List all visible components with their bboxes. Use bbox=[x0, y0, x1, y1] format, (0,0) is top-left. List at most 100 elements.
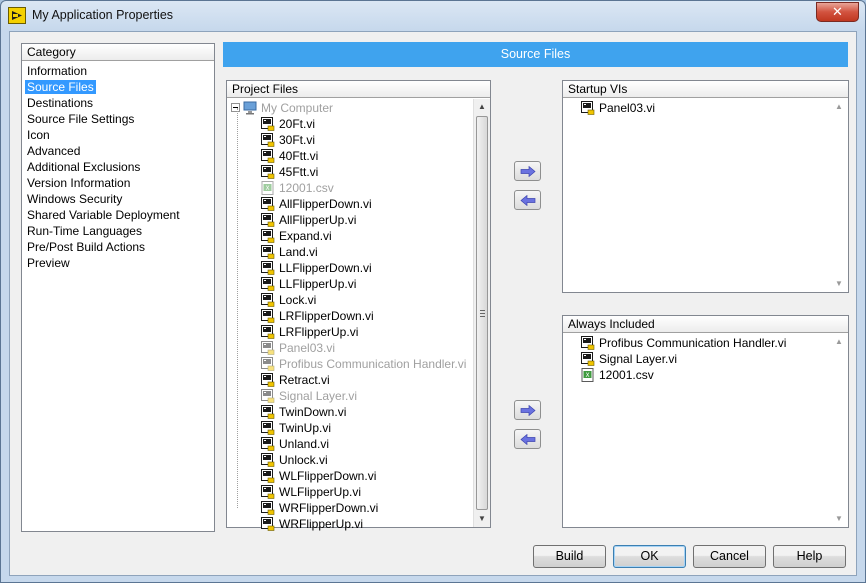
file-item-lrflipperup-vi[interactable]: LRFlipperUp.vi bbox=[231, 324, 472, 340]
file-item-45ftt-vi[interactable]: 45Ftt.vi bbox=[231, 164, 472, 180]
close-button[interactable]: ✕ bbox=[816, 2, 859, 22]
file-item-label: Profibus Communication Handler.vi bbox=[599, 336, 787, 350]
dialog-window: My Application Properties ✕ Category Inf… bbox=[0, 0, 866, 583]
arrow-right-icon bbox=[520, 166, 536, 177]
file-item-unland-vi[interactable]: Unland.vi bbox=[231, 436, 472, 452]
cancel-button[interactable]: Cancel bbox=[693, 545, 766, 568]
file-item-llflipperdown-vi[interactable]: LLFlipperDown.vi bbox=[231, 260, 472, 276]
help-button[interactable]: Help bbox=[773, 545, 846, 568]
file-item-label: Unland.vi bbox=[279, 437, 330, 451]
vi-file-icon bbox=[261, 148, 275, 163]
category-item-additional-exclusions[interactable]: Additional Exclusions bbox=[23, 159, 213, 175]
startup-scrollbar[interactable]: ▲ ▼ bbox=[831, 99, 848, 292]
category-item-source-files[interactable]: Source Files bbox=[23, 79, 213, 95]
file-item-40ftt-vi[interactable]: 40Ftt.vi bbox=[231, 148, 472, 164]
ok-button[interactable]: OK bbox=[613, 545, 686, 568]
scroll-down-icon[interactable]: ▼ bbox=[831, 276, 847, 292]
vi-file-icon bbox=[261, 452, 275, 467]
project-files-list: 20Ft.vi 30Ft.vi 40Ftt.vi 45Ftt.vi X 12001.csv… bbox=[231, 116, 472, 532]
vi-file-icon bbox=[261, 500, 275, 515]
vi-file-icon bbox=[261, 436, 275, 451]
file-item-twinup-vi[interactable]: TwinUp.vi bbox=[231, 420, 472, 436]
file-item-lock-vi[interactable]: Lock.vi bbox=[231, 292, 472, 308]
category-item-advanced[interactable]: Advanced bbox=[23, 143, 213, 159]
scroll-down-icon[interactable]: ▼ bbox=[831, 511, 847, 527]
file-item-12001-csv[interactable]: X 12001.csv bbox=[231, 180, 472, 196]
remove-from-always-included-button[interactable] bbox=[514, 429, 541, 449]
file-item-lrflipperdown-vi[interactable]: LRFlipperDown.vi bbox=[231, 308, 472, 324]
tree-root-my-computer[interactable]: My Computer bbox=[231, 100, 472, 116]
file-item-land-vi[interactable]: Land.vi bbox=[231, 244, 472, 260]
scroll-up-icon[interactable]: ▲ bbox=[474, 99, 490, 115]
file-item-retract-vi[interactable]: Retract.vi bbox=[231, 372, 472, 388]
category-item-preview[interactable]: Preview bbox=[23, 255, 213, 271]
category-item-pre-post-build-actions[interactable]: Pre/Post Build Actions bbox=[23, 239, 213, 255]
svg-text:X: X bbox=[265, 185, 269, 192]
file-item-label: LLFlipperDown.vi bbox=[279, 261, 372, 275]
category-item-icon[interactable]: Icon bbox=[23, 127, 213, 143]
vi-file-icon bbox=[261, 292, 275, 307]
scroll-thumb[interactable] bbox=[476, 116, 488, 510]
file-item-20ft-vi[interactable]: 20Ft.vi bbox=[231, 116, 472, 132]
vi-file-icon bbox=[261, 116, 275, 131]
file-item-12001-csv[interactable]: X 12001.csv bbox=[581, 367, 830, 383]
category-item-information[interactable]: Information bbox=[23, 63, 213, 79]
add-to-always-included-button[interactable] bbox=[514, 400, 541, 420]
tree-root-label: My Computer bbox=[261, 101, 334, 115]
file-item-wrflipperdown-vi[interactable]: WRFlipperDown.vi bbox=[231, 500, 472, 516]
category-item-windows-security[interactable]: Windows Security bbox=[23, 191, 213, 207]
file-item-panel03-vi[interactable]: Panel03.vi bbox=[231, 340, 472, 356]
arrow-left-icon bbox=[520, 195, 536, 206]
category-item-label: Destinations bbox=[27, 96, 94, 110]
startup-vis-header: Startup VIs bbox=[563, 81, 848, 98]
file-item-wlflipperdown-vi[interactable]: WLFlipperDown.vi bbox=[231, 468, 472, 484]
project-files-header: Project Files bbox=[227, 81, 490, 98]
project-files-scrollbar[interactable]: ▲ ▼ bbox=[473, 99, 490, 527]
file-item-signal-layer-vi[interactable]: Signal Layer.vi bbox=[581, 351, 830, 367]
category-item-destinations[interactable]: Destinations bbox=[23, 95, 213, 111]
remove-from-startup-button[interactable] bbox=[514, 190, 541, 210]
file-item-profibus-communication-handler-vi[interactable]: Profibus Communication Handler.vi bbox=[231, 356, 472, 372]
file-item-label: LRFlipperDown.vi bbox=[279, 309, 374, 323]
file-item-allflipperup-vi[interactable]: AllFlipperUp.vi bbox=[231, 212, 472, 228]
category-item-shared-variable-deployment[interactable]: Shared Variable Deployment bbox=[23, 207, 213, 223]
vi-file-icon bbox=[261, 404, 275, 419]
file-item-profibus-communication-handler-vi[interactable]: Profibus Communication Handler.vi bbox=[581, 335, 830, 351]
file-item-signal-layer-vi[interactable]: Signal Layer.vi bbox=[231, 388, 472, 404]
csv-file-icon: X bbox=[581, 367, 595, 382]
scroll-up-icon[interactable]: ▲ bbox=[831, 99, 847, 115]
vi-file-icon bbox=[261, 484, 275, 499]
file-item-30ft-vi[interactable]: 30Ft.vi bbox=[231, 132, 472, 148]
file-item-allflipperdown-vi[interactable]: AllFlipperDown.vi bbox=[231, 196, 472, 212]
file-item-expand-vi[interactable]: Expand.vi bbox=[231, 228, 472, 244]
vi-file-icon bbox=[261, 340, 275, 355]
file-item-unlock-vi[interactable]: Unlock.vi bbox=[231, 452, 472, 468]
category-item-label: Source File Settings bbox=[27, 112, 135, 126]
category-item-run-time-languages[interactable]: Run-Time Languages bbox=[23, 223, 213, 239]
vi-file-icon bbox=[261, 388, 275, 403]
category-item-version-information[interactable]: Version Information bbox=[23, 175, 213, 191]
build-button[interactable]: Build bbox=[533, 545, 606, 568]
always-included-panel: Always Included Profibus Communication H… bbox=[562, 315, 849, 528]
file-item-label: Expand.vi bbox=[279, 229, 332, 243]
category-item-source-file-settings[interactable]: Source File Settings bbox=[23, 111, 213, 127]
file-item-label: Land.vi bbox=[279, 245, 318, 259]
scroll-down-icon[interactable]: ▼ bbox=[474, 511, 490, 527]
file-item-label: Signal Layer.vi bbox=[279, 389, 358, 403]
file-item-wlflipperup-vi[interactable]: WLFlipperUp.vi bbox=[231, 484, 472, 500]
csv-file-icon: X bbox=[261, 180, 275, 195]
vi-file-icon bbox=[261, 420, 275, 435]
vi-file-icon bbox=[581, 100, 595, 115]
file-item-wrflipperup-vi[interactable]: WRFlipperUp.vi bbox=[231, 516, 472, 532]
window-title: My Application Properties bbox=[32, 8, 174, 22]
file-item-panel03-vi[interactable]: Panel03.vi bbox=[581, 100, 830, 116]
file-item-llflipperup-vi[interactable]: LLFlipperUp.vi bbox=[231, 276, 472, 292]
category-item-label: Icon bbox=[27, 128, 50, 142]
title-bar[interactable]: My Application Properties ✕ bbox=[1, 1, 865, 31]
add-to-startup-button[interactable] bbox=[514, 161, 541, 181]
file-item-twindown-vi[interactable]: TwinDown.vi bbox=[231, 404, 472, 420]
collapse-toggle[interactable] bbox=[231, 103, 240, 113]
close-icon: ✕ bbox=[832, 4, 843, 19]
always-included-scrollbar[interactable]: ▲ ▼ bbox=[831, 334, 848, 527]
scroll-up-icon[interactable]: ▲ bbox=[831, 334, 847, 350]
